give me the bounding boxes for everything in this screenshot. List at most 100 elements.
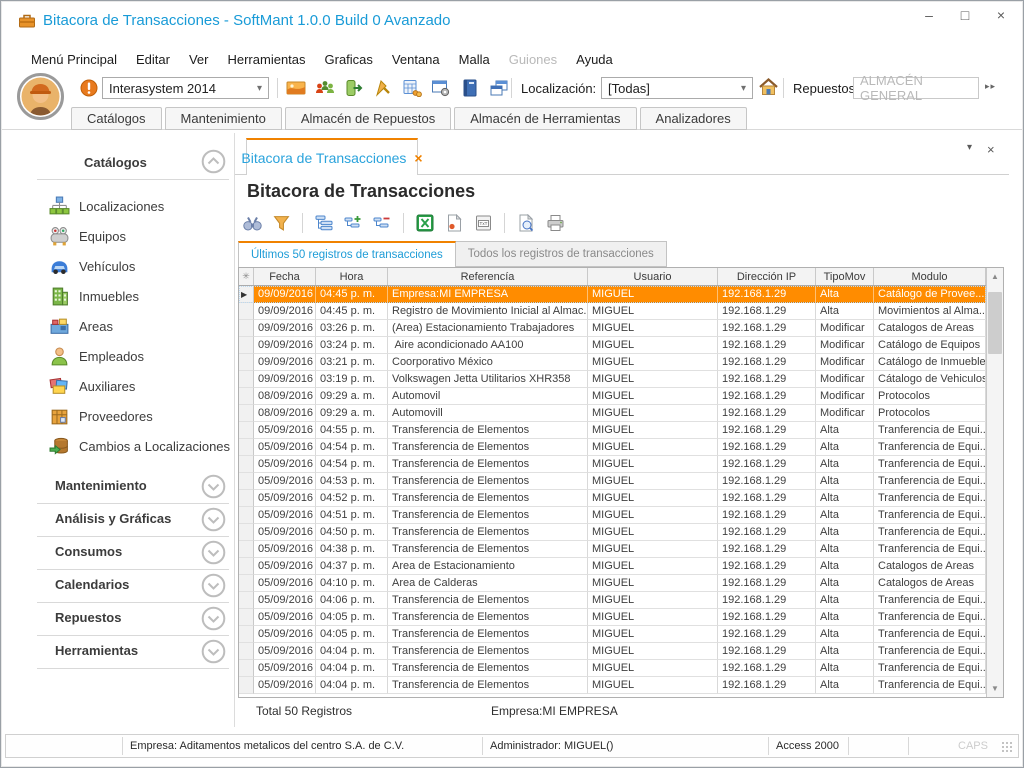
table-row[interactable]: 05/09/201604:38 p. m.Transferencia de El… [239, 541, 986, 558]
minimize-button[interactable]: – [921, 7, 937, 23]
sidebar-item-proveedores[interactable]: Proveedores [37, 401, 233, 431]
table-row[interactable]: 05/09/201604:37 p. m.Area de Estacionami… [239, 558, 986, 575]
sidebar-item-auxiliares[interactable]: Auxiliares [37, 371, 233, 401]
expand-down-icon[interactable] [201, 507, 226, 532]
scrollbar-thumb[interactable] [988, 292, 1002, 354]
ribbon-tab-analizadores[interactable]: Analizadores [640, 107, 747, 130]
column-header-modulo[interactable]: Modulo [874, 268, 986, 285]
search-binoculars-icon[interactable] [241, 212, 263, 234]
sidebar-item-equipos[interactable]: Equipos [37, 221, 233, 251]
maximize-button[interactable]: □ [957, 7, 973, 23]
table-row[interactable]: 09/09/201603:24 p. m. Aire acondicionado… [239, 337, 986, 354]
menu-item-ver[interactable]: Ver [186, 51, 212, 68]
tree-list-icon[interactable] [313, 212, 335, 234]
table-row[interactable]: 05/09/201604:10 p. m.Area de CalderasMIG… [239, 575, 986, 592]
table-row[interactable]: 05/09/201604:05 p. m.Transferencia de El… [239, 609, 986, 626]
ribbon-tab-almacen-de-herramientas[interactable]: Almacén de Herramientas [454, 107, 636, 130]
export-excel-icon[interactable] [414, 212, 436, 234]
expand-down-icon[interactable] [201, 639, 226, 664]
windows-switch-icon[interactable] [488, 77, 510, 99]
sidebar-group-mantenimiento[interactable]: Mantenimiento [37, 471, 229, 504]
image-icon[interactable] [285, 77, 307, 99]
expand-down-icon[interactable] [201, 606, 226, 631]
subtab-todos[interactable]: Todos los registros de transacciones [456, 241, 667, 267]
expand-nodes-icon[interactable] [342, 212, 364, 234]
sidebar-item-localizaciones[interactable]: Localizaciones [37, 191, 233, 221]
collapse-up-icon[interactable] [201, 149, 226, 174]
menu-item-malla[interactable]: Malla [456, 51, 493, 68]
vertical-scrollbar[interactable]: ▲ ▼ [986, 268, 1003, 697]
pointer-icon[interactable] [372, 77, 394, 99]
table-row[interactable]: 05/09/201604:50 p. m.Transferencia de El… [239, 524, 986, 541]
menu-item-guiones[interactable]: Guiones [506, 51, 560, 68]
menu-item-ventana[interactable]: Ventana [389, 51, 443, 68]
company-selector[interactable]: Interasystem 2014 ▾ [102, 77, 269, 99]
close-button[interactable]: × [993, 7, 1009, 23]
expand-down-icon[interactable] [201, 573, 226, 598]
filter-icon[interactable] [270, 212, 292, 234]
sidebar-item-inmuebles[interactable]: Inmuebles [37, 281, 233, 311]
column-header-direccion-ip[interactable]: Dirección IP [718, 268, 816, 285]
sidebar-group-analisis-graficas[interactable]: Análisis y Gráficas [37, 504, 229, 537]
ribbon-tab-mantenimiento[interactable]: Mantenimiento [165, 107, 282, 130]
table-row[interactable]: 05/09/201604:52 p. m.Transferencia de El… [239, 490, 986, 507]
users-icon[interactable] [314, 77, 336, 99]
ribbon-tab-almacen-de-repuestos[interactable]: Almacén de Repuestos [285, 107, 451, 130]
tab-list-dropdown-icon[interactable]: ▾ [967, 142, 972, 157]
scroll-up-icon[interactable]: ▲ [987, 268, 1003, 285]
sidebar-item-vehiculos[interactable]: Vehículos [37, 251, 233, 281]
table-row[interactable]: 08/09/201609:29 a. m.AutomovilMIGUEL192.… [239, 388, 986, 405]
tabstrip-close-icon[interactable]: × [987, 142, 995, 157]
user-avatar[interactable] [17, 73, 64, 120]
tab-close-icon[interactable]: × [414, 150, 422, 166]
localizacion-selector[interactable]: [Todas] ▾ [601, 77, 753, 99]
scroll-down-icon[interactable]: ▼ [987, 680, 1003, 697]
sidebar-item-areas[interactable]: Areas [37, 311, 233, 341]
menu-item-menu-principal[interactable]: Menú Principal [28, 51, 120, 68]
table-row[interactable]: 09/09/201603:26 p. m.(Area) Estacionamie… [239, 320, 986, 337]
expand-down-icon[interactable] [201, 474, 226, 499]
export-txt-icon[interactable]: TxT [472, 212, 494, 234]
ribbon-tab-catalogos[interactable]: Catálogos [71, 107, 162, 130]
table-row[interactable]: 05/09/201604:04 p. m.Transferencia de El… [239, 677, 986, 694]
table-row[interactable]: 05/09/201604:05 p. m.Transferencia de El… [239, 626, 986, 643]
resize-grip[interactable] [1002, 742, 1014, 754]
table-row[interactable]: 05/09/201604:55 p. m.Transferencia de El… [239, 422, 986, 439]
menu-item-editar[interactable]: Editar [133, 51, 173, 68]
print-icon[interactable] [544, 212, 566, 234]
table-row[interactable]: 05/09/201604:06 p. m.Transferencia de El… [239, 592, 986, 609]
calculator-icon[interactable] [401, 77, 423, 99]
document-tab[interactable]: Bitacora de Transacciones × [246, 138, 418, 175]
subtab-ultimos-50[interactable]: Últimos 50 registros de transacciones [238, 241, 456, 267]
table-row[interactable]: ▶09/09/201604:45 p. m.Empresa:MI EMPRESA… [239, 286, 986, 303]
menu-item-graficas[interactable]: Graficas [322, 51, 376, 68]
table-row[interactable]: 08/09/201609:29 a. m.AutomovillMIGUEL192… [239, 405, 986, 422]
column-header-usuario[interactable]: Usuario [588, 268, 718, 285]
column-header-tipomov[interactable]: TipoMov [816, 268, 874, 285]
table-row[interactable]: 09/09/201604:45 p. m.Registro de Movimie… [239, 303, 986, 320]
home-icon[interactable] [758, 77, 779, 97]
sidebar-group-calendarios[interactable]: Calendarios [37, 570, 229, 603]
table-row[interactable]: 05/09/201604:54 p. m.Transferencia de El… [239, 439, 986, 456]
table-row[interactable]: 09/09/201603:19 p. m.Volkswagen Jetta Ut… [239, 371, 986, 388]
sidebar-item-empleados[interactable]: Empleados [37, 341, 233, 371]
column-header-fecha[interactable]: Fecha [254, 268, 316, 285]
print-preview-icon[interactable] [515, 212, 537, 234]
table-row[interactable]: 05/09/201604:51 p. m.Transferencia de El… [239, 507, 986, 524]
notebook-icon[interactable] [459, 77, 481, 99]
table-row[interactable]: 05/09/201604:04 p. m.Transferencia de El… [239, 660, 986, 677]
sidebar-group-herramientas[interactable]: Herramientas [37, 636, 229, 669]
sidebar-group-consumos[interactable]: Consumos [37, 537, 229, 570]
collapse-nodes-icon[interactable] [371, 212, 393, 234]
table-row[interactable]: 05/09/201604:04 p. m.Transferencia de El… [239, 643, 986, 660]
column-header-hora[interactable]: Hora [316, 268, 388, 285]
menu-item-herramientas[interactable]: Herramientas [224, 51, 308, 68]
column-header-referencia[interactable]: Referencía [388, 268, 588, 285]
alert-icon[interactable] [80, 79, 98, 97]
more-arrows-icon[interactable]: ▸▸ [985, 81, 996, 92]
menu-item-ayuda[interactable]: Ayuda [573, 51, 616, 68]
table-row[interactable]: 05/09/201604:54 p. m.Transferencia de El… [239, 456, 986, 473]
export-image-icon[interactable] [443, 212, 465, 234]
table-row[interactable]: 05/09/201604:53 p. m.Transferencia de El… [239, 473, 986, 490]
sidebar-group-catalogos[interactable]: Catálogos [37, 147, 229, 179]
